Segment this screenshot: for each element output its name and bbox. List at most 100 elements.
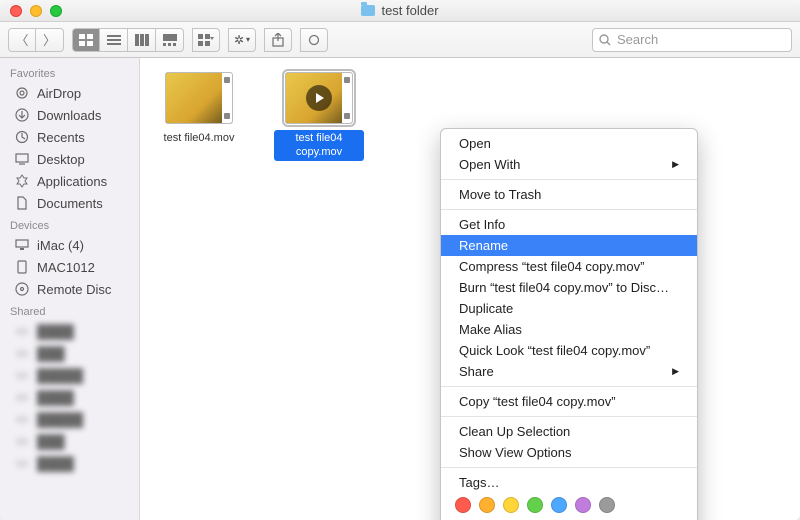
sidebar-item-imac[interactable]: iMac (4) [0, 234, 139, 256]
menu-get-info[interactable]: Get Info [441, 214, 697, 235]
menu-separator [441, 386, 697, 387]
sidebar-item-label: MAC1012 [37, 260, 95, 275]
imac-icon [14, 237, 30, 253]
action-button[interactable]: ✲▾ [228, 28, 256, 52]
menu-move-to-trash[interactable]: Move to Trash [441, 184, 697, 205]
forward-button[interactable]: 〉 [36, 28, 64, 52]
menu-share[interactable]: Share [441, 361, 697, 382]
file-thumbnail [285, 72, 353, 124]
icon-view-button[interactable] [72, 28, 100, 52]
sidebar-item-label: ███ [37, 346, 65, 361]
sidebar-item-label: ████ [37, 456, 74, 471]
file-item-selected[interactable]: test file04 copy.mov [274, 72, 364, 161]
computer-icon: ▭ [14, 345, 30, 361]
computer-icon: ▭ [14, 433, 30, 449]
gear-icon: ✲ [234, 33, 244, 47]
desktop-icon [14, 151, 30, 167]
computer-icon: ▭ [14, 323, 30, 339]
sidebar-item-recents[interactable]: Recents [0, 126, 139, 148]
menu-rename[interactable]: Rename [441, 235, 697, 256]
sidebar-item-shared[interactable]: ▭ ████ [0, 452, 139, 474]
sidebar-item-remote-disc[interactable]: Remote Disc [0, 278, 139, 300]
column-view-button[interactable] [128, 28, 156, 52]
sidebar-item-label: █████ [37, 368, 83, 383]
menu-quick-look[interactable]: Quick Look “test file04 copy.mov” [441, 340, 697, 361]
disc-icon [14, 281, 30, 297]
toolbar: 〈 〉 ✲▾ [0, 22, 800, 58]
applications-icon [14, 173, 30, 189]
list-view-button[interactable] [100, 28, 128, 52]
file-item[interactable]: test file04.mov [154, 72, 244, 146]
arrange-group [192, 28, 220, 52]
menu-burn[interactable]: Burn “test file04 copy.mov” to Disc… [441, 277, 697, 298]
arrange-button[interactable] [192, 28, 220, 52]
menu-separator [441, 467, 697, 468]
context-menu: Open Open With Move to Trash Get Info Re… [440, 128, 698, 520]
sidebar-item-shared[interactable]: ▭ ███ [0, 342, 139, 364]
icon-view-area[interactable]: test file04.mov test file04 copy.mov Ope… [140, 58, 800, 520]
sidebar-item-label: Remote Disc [37, 282, 111, 297]
tag-gray[interactable] [599, 497, 615, 513]
tag-red[interactable] [455, 497, 471, 513]
folder-icon [361, 5, 375, 16]
tag-purple[interactable] [575, 497, 591, 513]
sidebar-item-label: Desktop [37, 152, 85, 167]
menu-compress[interactable]: Compress “test file04 copy.mov” [441, 256, 697, 277]
sidebar-item-shared[interactable]: ▭ ████ [0, 320, 139, 342]
window-title-text: test folder [381, 3, 438, 18]
devices-header: Devices [0, 214, 139, 234]
zoom-window-button[interactable] [50, 5, 62, 17]
sidebar-item-documents[interactable]: Documents [0, 192, 139, 214]
menu-open[interactable]: Open [441, 133, 697, 154]
tag-yellow[interactable] [503, 497, 519, 513]
sidebar-item-shared[interactable]: ▭ █████ [0, 408, 139, 430]
file-name: test file04 copy.mov [274, 130, 364, 161]
play-overlay-icon [306, 85, 332, 111]
menu-open-with[interactable]: Open With [441, 154, 697, 175]
tag-green[interactable] [527, 497, 543, 513]
sidebar-item-label: Recents [37, 130, 85, 145]
sidebar-item-shared[interactable]: ▭███ [0, 430, 139, 452]
computer-icon: ▭ [14, 367, 30, 383]
tag-blue[interactable] [551, 497, 567, 513]
sidebar-item-downloads[interactable]: Downloads [0, 104, 139, 126]
close-window-button[interactable] [10, 5, 22, 17]
computer-icon: ▭ [14, 389, 30, 405]
menu-make-alias[interactable]: Make Alias [441, 319, 697, 340]
search-icon [599, 34, 611, 46]
sidebar-item-shared[interactable]: ▭████ [0, 386, 139, 408]
window-controls [0, 5, 62, 17]
computer-icon: ▭ [14, 411, 30, 427]
nav-buttons: 〈 〉 [8, 28, 64, 52]
edit-tags-button[interactable] [300, 28, 328, 52]
tag-orange[interactable] [479, 497, 495, 513]
menu-separator [441, 416, 697, 417]
sidebar: Favorites AirDrop Downloads Recents Desk… [0, 58, 140, 520]
menu-copy[interactable]: Copy “test file04 copy.mov” [441, 391, 697, 412]
tags-group [300, 28, 328, 52]
sidebar-item-label: ████ [37, 324, 74, 339]
menu-duplicate[interactable]: Duplicate [441, 298, 697, 319]
action-group: ✲▾ [228, 28, 256, 52]
shared-header: Shared [0, 300, 139, 320]
search-field[interactable]: Search [592, 28, 792, 52]
sidebar-item-desktop[interactable]: Desktop [0, 148, 139, 170]
titlebar: test folder [0, 0, 800, 22]
downloads-icon [14, 107, 30, 123]
search-placeholder: Search [617, 32, 658, 47]
gallery-view-button[interactable] [156, 28, 184, 52]
menu-clean-up[interactable]: Clean Up Selection [441, 421, 697, 442]
tag-icon [307, 34, 321, 46]
sidebar-item-label: Applications [37, 174, 107, 189]
sidebar-item-mac1012[interactable]: MAC1012 [0, 256, 139, 278]
menu-show-view-options[interactable]: Show View Options [441, 442, 697, 463]
back-button[interactable]: 〈 [8, 28, 36, 52]
computer-icon: ▭ [14, 455, 30, 471]
sidebar-item-shared[interactable]: ▭ █████ [0, 364, 139, 386]
share-button[interactable] [264, 28, 292, 52]
sidebar-item-label: █████ [37, 412, 83, 427]
menu-separator [441, 209, 697, 210]
sidebar-item-airdrop[interactable]: AirDrop [0, 82, 139, 104]
sidebar-item-applications[interactable]: Applications [0, 170, 139, 192]
minimize-window-button[interactable] [30, 5, 42, 17]
